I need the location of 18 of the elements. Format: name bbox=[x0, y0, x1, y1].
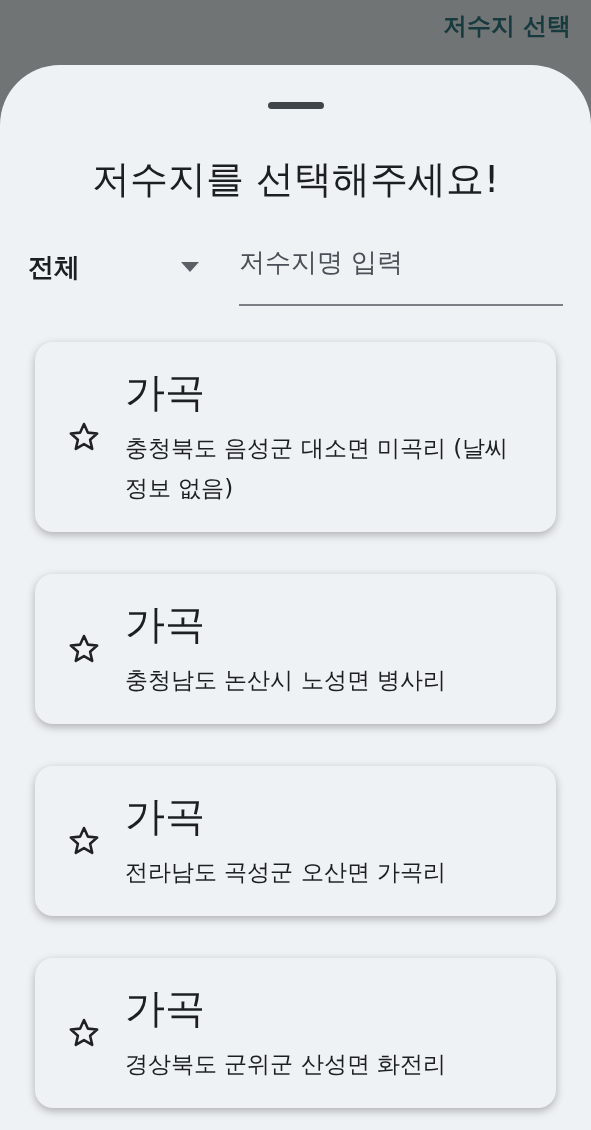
reservoir-address: 경상북도 군위군 산성면 화전리 bbox=[125, 1050, 446, 1079]
drag-handle[interactable] bbox=[267, 102, 324, 109]
sheet-title: 저수지를 선택해주세요! bbox=[91, 156, 500, 203]
region-dropdown[interactable]: 전체 bbox=[28, 246, 199, 306]
reservoir-card[interactable]: 가곡 경상북도 군위군 산성면 화전리 bbox=[35, 958, 556, 1108]
reservoir-card[interactable]: 가곡 충청북도 음성군 대소면 미곡리 (날씨정보 없음) bbox=[35, 342, 556, 532]
reservoir-name: 가곡 bbox=[125, 600, 206, 649]
reservoir-name: 가곡 bbox=[125, 792, 206, 841]
reservoir-card[interactable]: 가곡 전라남도 곡성군 오산면 가곡리 bbox=[35, 766, 556, 916]
reservoir-address: 전라남도 곡성군 오산면 가곡리 bbox=[125, 858, 446, 887]
reservoir-address: 충청북도 음성군 대소면 미곡리 (날씨정보 없음) bbox=[125, 434, 510, 503]
reservoir-name: 가곡 bbox=[125, 368, 206, 417]
search-field[interactable]: 저수지명 입력 bbox=[239, 238, 563, 306]
reservoir-card[interactable]: 가곡 충청남도 논산시 노성면 병사리 bbox=[35, 574, 556, 724]
reservoir-name: 가곡 bbox=[125, 984, 206, 1033]
reservoir-address: 충청남도 논산시 노성면 병사리 bbox=[125, 666, 446, 695]
dropdown-caret-icon bbox=[181, 262, 199, 272]
app-bar-title: 저수지 선택 bbox=[442, 11, 571, 42]
